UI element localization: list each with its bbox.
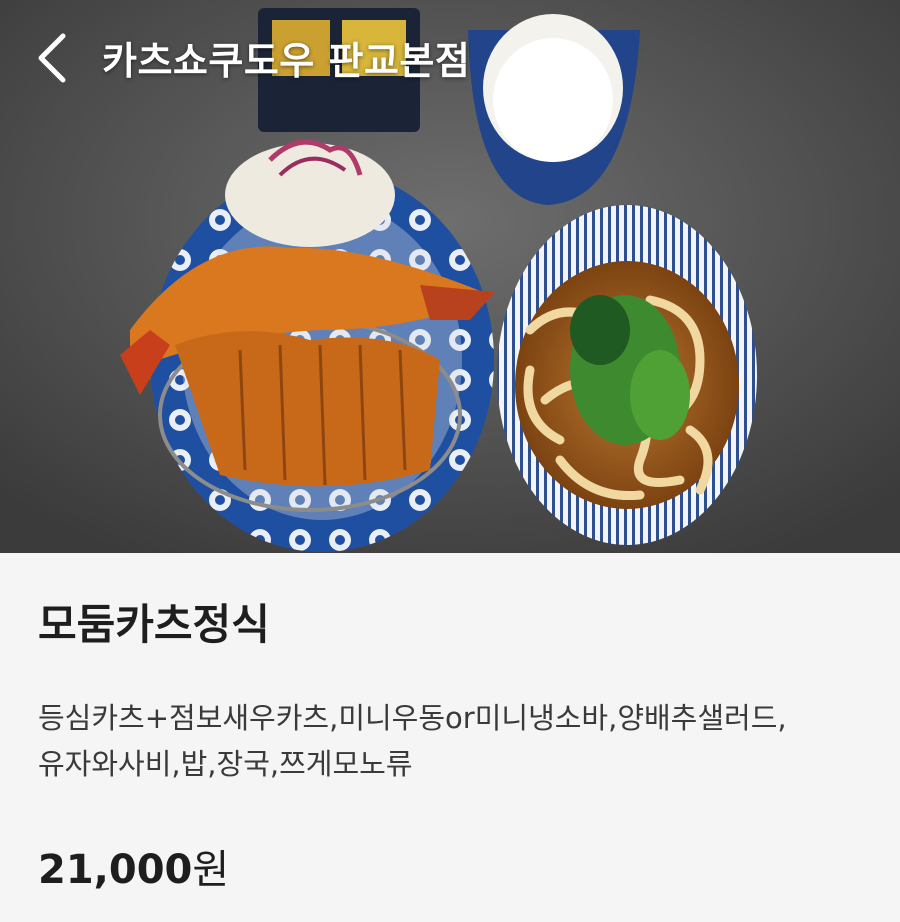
- price-unit: 원: [192, 847, 230, 893]
- menu-item-price: 21,000원: [38, 837, 229, 895]
- menu-item-name: 모둠카츠정식: [38, 600, 270, 649]
- page-title: 카츠쇼쿠도우 판교본점: [102, 39, 471, 83]
- chevron-left-icon: [38, 33, 66, 83]
- udon-bowl: [497, 205, 757, 545]
- menu-item-description: 등심카츠+점보새우카츠,미니우동or미니냉소바,양배추샐러드, 유자와사비,밥,…: [38, 695, 878, 787]
- top-navigation-bar: 카츠쇼쿠도우 판교본점: [0, 0, 900, 110]
- back-button[interactable]: [22, 28, 82, 88]
- description-line: 등심카츠+점보새우카츠,미니우동or미니냉소바,양배추샐러드,: [38, 701, 787, 735]
- price-amount: 21,000: [38, 847, 193, 893]
- menu-item-details: 모둠카츠정식 등심카츠+점보새우카츠,미니우동or미니냉소바,양배추샐러드, 유…: [0, 553, 900, 922]
- description-line: 유자와사비,밥,장국,쯔게모노류: [38, 747, 413, 781]
